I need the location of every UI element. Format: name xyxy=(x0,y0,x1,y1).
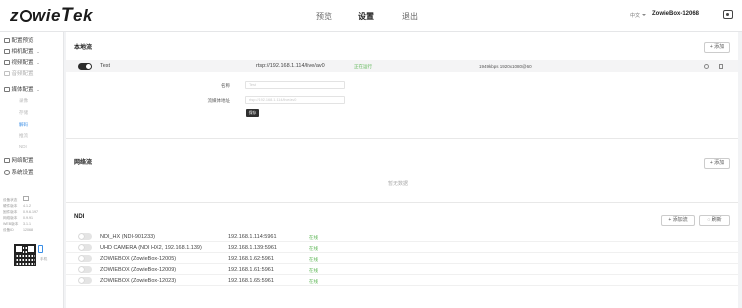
table-row[interactable]: ZOWIEBOX (ZowieBox-12005) 192.168.1.62:5… xyxy=(66,253,738,264)
chevron-up-icon xyxy=(36,90,39,92)
add-local-stream-button[interactable]: + 添加 xyxy=(704,42,730,53)
stream-detail: 1949kbps 1920x1080@60 xyxy=(479,64,532,69)
sidebar: 配置预览 相机配置 视频配置 音频配置 媒体配置 录像 存储 解码 推流 NDI… xyxy=(0,32,64,308)
ndi-toggle[interactable] xyxy=(78,277,92,284)
ndi-name: ZOWIEBOX (ZowieBox-12009) xyxy=(100,266,177,273)
info-label: 固件版本 xyxy=(3,210,18,214)
table-row[interactable]: UHD CAMERA (NDI HX2, 192.168.1.139) 192.… xyxy=(66,242,738,253)
ndi-title: NDI xyxy=(74,214,85,220)
ndi-name: ZOWIEBOX (ZowieBox-12023) xyxy=(100,277,177,284)
sidebar-sub-ndi[interactable]: NDI xyxy=(19,144,27,149)
ndi-status: 在线 xyxy=(309,234,318,240)
nav-preview[interactable]: 预览 xyxy=(316,11,332,22)
stream-url: rtsp://192.168.1.114/live/av0 xyxy=(256,63,325,69)
nav-settings[interactable]: 设置 xyxy=(358,11,374,22)
info-label: 设备状态 xyxy=(3,198,18,202)
save-button[interactable]: 保存 xyxy=(246,109,259,117)
info-label: 设备ID xyxy=(3,228,14,232)
ndi-name: ZOWIEBOX (ZowieBox-12005) xyxy=(100,255,177,262)
video-icon xyxy=(4,59,10,65)
stream-toggle[interactable] xyxy=(78,62,92,70)
top-bar: z wieTek 预览 设置 退出 中文 ZowieBox-12068 xyxy=(0,0,742,32)
ndi-name: NDI_HX (NDI-901233) xyxy=(100,233,156,240)
add-network-stream-button[interactable]: + 添加 xyxy=(704,158,730,169)
ndi-address: 192.168.1.65:5961 xyxy=(228,277,274,284)
network-icon xyxy=(4,157,10,163)
ndi-address: 192.168.1.114:5961 xyxy=(228,233,277,240)
sidebar-sub-push[interactable]: 推流 xyxy=(19,133,28,139)
sidebar-sub-decode[interactable]: 解码 xyxy=(19,122,28,128)
ndi-name: UHD CAMERA (NDI HX2, 192.168.1.139) xyxy=(100,244,202,251)
chevron-down-icon xyxy=(36,52,39,54)
info-value: 0.9.91 xyxy=(23,216,33,220)
sidebar-item-media[interactable]: 媒体配置 xyxy=(4,85,39,93)
info-value: 4.1.2 xyxy=(23,204,31,208)
ndi-toggle[interactable] xyxy=(78,255,92,262)
phone-label: 手机 xyxy=(40,257,48,261)
info-value: 12068 xyxy=(23,228,33,232)
ndi-status: 在线 xyxy=(309,245,318,251)
ndi-toggle[interactable] xyxy=(78,244,92,251)
ndi-toggle[interactable] xyxy=(78,266,92,273)
phone-icon xyxy=(38,245,43,253)
name-input[interactable]: Test xyxy=(245,81,345,89)
ndi-address: 192.168.1.61:5961 xyxy=(228,266,274,273)
ndi-address: 192.168.1.139:5961 xyxy=(228,244,277,251)
sidebar-item-system[interactable]: 系统设置 xyxy=(4,168,34,176)
brand-logo: z wieTek xyxy=(10,5,93,26)
sidebar-sub-record[interactable]: 录像 xyxy=(19,98,28,104)
ndi-address: 192.168.1.62:5961 xyxy=(228,255,274,262)
camera-config-icon xyxy=(4,48,10,54)
empty-state: 暂无数据 xyxy=(388,181,409,187)
sidebar-item-video[interactable]: 视频配置 xyxy=(4,58,39,66)
divider xyxy=(66,202,738,203)
url-input[interactable]: rtsp://192.168.1.114/live/av0 xyxy=(245,96,345,104)
name-label: 名称 xyxy=(221,83,230,88)
trash-icon[interactable] xyxy=(719,63,723,69)
gear-icon xyxy=(4,169,10,175)
stream-name: Test xyxy=(100,63,111,69)
media-icon xyxy=(4,86,10,92)
table-row[interactable]: NDI_HX (NDI-901233) 192.168.1.114:5961 在… xyxy=(66,231,738,242)
ndi-status: 在线 xyxy=(309,267,318,273)
audio-icon xyxy=(4,70,10,76)
sidebar-sub-storage[interactable]: 存储 xyxy=(19,110,28,116)
chevron-down-icon xyxy=(36,63,39,65)
info-value: 0.9.6.197 xyxy=(23,210,38,214)
nav-logout[interactable]: 退出 xyxy=(402,11,418,22)
camera-icon[interactable] xyxy=(723,10,733,19)
ndi-status: 在线 xyxy=(309,278,318,284)
info-label: 网络版本 xyxy=(3,216,18,220)
ndi-status: 在线 xyxy=(309,256,318,262)
info-label: WEB版本 xyxy=(3,222,19,226)
divider xyxy=(66,138,738,139)
network-stream-title: 网络流 xyxy=(74,160,93,166)
settings-icon[interactable] xyxy=(704,63,709,69)
table-row[interactable]: ZOWIEBOX (ZowieBox-12023) 192.168.1.65:5… xyxy=(66,275,738,286)
info-value: 3.1.1 xyxy=(23,222,31,226)
info-label: 硬件版本 xyxy=(3,204,18,208)
url-label: 流媒体地址 xyxy=(207,98,231,103)
main-panel: 本地流 + 添加 Test rtsp://192.168.1.114/live/… xyxy=(66,32,738,308)
refresh-button[interactable]: ◌ 刷新 xyxy=(699,215,730,226)
stream-status: 正在运行 xyxy=(354,64,372,69)
sidebar-item-network[interactable]: 网络配置 xyxy=(4,156,34,164)
sidebar-item-audio[interactable]: 音频配置 xyxy=(4,69,34,77)
table-row[interactable]: ZOWIEBOX (ZowieBox-12009) 192.168.1.61:5… xyxy=(66,264,738,275)
preview-icon xyxy=(4,37,10,43)
ndi-toggle[interactable] xyxy=(78,233,92,240)
local-stream-title: 本地流 xyxy=(74,45,93,51)
table-row[interactable]: Test rtsp://192.168.1.114/live/av0 正在运行 … xyxy=(66,60,738,72)
sidebar-item-config-preview[interactable]: 配置预览 xyxy=(4,36,34,44)
language-select[interactable]: 中文 xyxy=(630,12,646,19)
device-name: ZowieBox-12068 xyxy=(652,11,700,17)
add-ndi-stream-button[interactable]: + 添加流 xyxy=(661,215,695,226)
qr-code xyxy=(14,244,36,266)
sidebar-item-camera[interactable]: 相机配置 xyxy=(4,47,39,55)
status-icon xyxy=(23,196,29,201)
